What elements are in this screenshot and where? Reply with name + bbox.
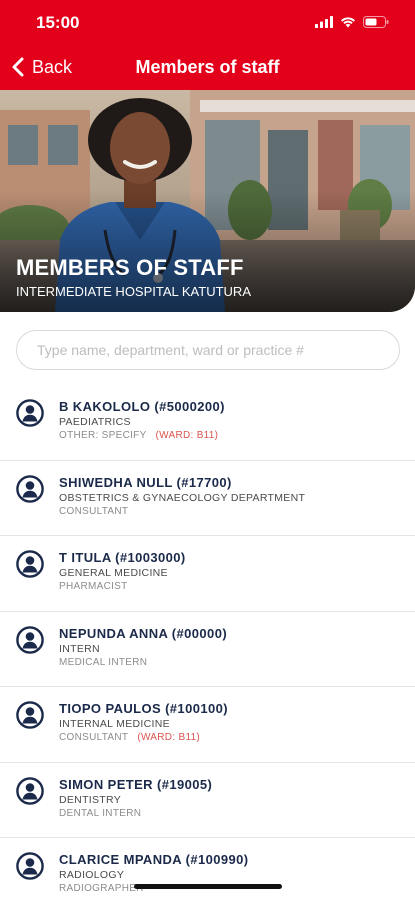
app-header: 15:00 Back Members of staff [0, 0, 415, 90]
wifi-icon [341, 17, 355, 28]
signal-icon [315, 16, 333, 28]
person-circle-icon [16, 701, 44, 729]
staff-role: OTHER: SPECIFY [59, 430, 147, 441]
staff-details: B KAKOLOLO (#5000200) PAEDIATRICS OTHER:… [59, 399, 405, 442]
staff-role-line: PHARMACIST [59, 580, 405, 593]
staff-name: SHIWEDHA NULL (#17700) [59, 474, 232, 490]
search-box [16, 330, 400, 370]
staff-role: CONSULTANT [59, 505, 129, 517]
staff-name: B KAKOLOLO (#5000200) [59, 399, 225, 414]
staff-role: CONSULTANT [59, 732, 129, 743]
staff-name: CLARICE MPANDA (#100990) [59, 852, 249, 867]
list-item[interactable]: NEPUNDA ANNA (#00000) INTERN MEDICAL INT… [0, 612, 415, 687]
hero-banner: MEMBERS OF STAFF INTERMEDIATE HOSPITAL K… [0, 90, 415, 312]
staff-name: SIMON PETER (#19005) [59, 776, 213, 792]
list-item[interactable]: TIOPO PAULOS (#100100) INTERNAL MEDICINE… [0, 687, 415, 763]
person-circle-icon [16, 474, 44, 503]
list-item[interactable]: SIMON PETER (#19005) DENTISTRY DENTAL IN… [0, 763, 415, 838]
status-icons [315, 15, 389, 29]
staff-details: SHIWEDHA NULL (#17700) OBSTETRICS & GYNA… [59, 475, 405, 518]
hero-title: MEMBERS OF STAFF [16, 255, 244, 280]
staff-department: INTERN [59, 642, 100, 655]
staff-role-line: MEDICAL INTERN [59, 656, 405, 669]
status-time: 15:00 [36, 13, 80, 32]
staff-ward: (WARD: B11) [155, 430, 219, 441]
person-circle-icon [16, 625, 44, 654]
hero-subtitle: INTERMEDIATE HOSPITAL KATUTURA [16, 284, 251, 299]
staff-role-line: CONSULTANT (WARD: B11) [59, 731, 405, 744]
staff-name: TIOPO PAULOS (#100100) [59, 701, 228, 716]
person-circle-icon [16, 852, 44, 880]
staff-role-line: CONSULTANT [59, 505, 405, 518]
person-circle-icon [16, 399, 44, 427]
staff-role: PHARMACIST [59, 581, 128, 592]
list-item[interactable]: B KAKOLOLO (#5000200) PAEDIATRICS OTHER:… [0, 385, 415, 461]
staff-department: PAEDIATRICS [59, 416, 131, 428]
home-indicator[interactable] [134, 884, 282, 889]
staff-list: B KAKOLOLO (#5000200) PAEDIATRICS OTHER:… [0, 385, 415, 900]
navigation-bar: Back Members of staff [0, 44, 415, 90]
staff-ward: (WARD: B11) [137, 732, 201, 743]
staff-department: OBSTETRICS & GYNAECOLOGY DEPARTMENT [59, 491, 306, 504]
person-circle-icon [16, 776, 44, 805]
list-item[interactable]: SHIWEDHA NULL (#17700) OBSTETRICS & GYNA… [0, 461, 415, 536]
staff-name: NEPUNDA ANNA (#00000) [59, 625, 228, 641]
battery-icon [363, 16, 389, 28]
search-input[interactable] [17, 331, 399, 369]
staff-role-line: OTHER: SPECIFY (WARD: B11) [59, 429, 405, 442]
staff-details: NEPUNDA ANNA (#00000) INTERN MEDICAL INT… [59, 626, 405, 669]
staff-department: DENTISTRY [59, 793, 122, 806]
staff-role: DENTAL INTERN [59, 807, 142, 819]
staff-role-line: DENTAL INTERN [59, 807, 405, 820]
list-item[interactable]: T ITULA (#1003000) GENERAL MEDICINE PHAR… [0, 536, 415, 612]
staff-details: T ITULA (#1003000) GENERAL MEDICINE PHAR… [59, 550, 405, 593]
staff-details: TIOPO PAULOS (#100100) INTERNAL MEDICINE… [59, 701, 405, 744]
staff-role: MEDICAL INTERN [59, 656, 148, 668]
staff-details: SIMON PETER (#19005) DENTISTRY DENTAL IN… [59, 777, 405, 820]
list-item[interactable]: CLARICE MPANDA (#100990) RADIOLOGY RADIO… [0, 838, 415, 900]
page-title: Members of staff [135, 57, 280, 77]
staff-department: GENERAL MEDICINE [59, 567, 168, 579]
staff-department: INTERNAL MEDICINE [59, 718, 170, 730]
staff-department: RADIOLOGY [59, 869, 125, 881]
staff-role: RADIOGRAPHER [59, 883, 144, 894]
status-bar: 15:00 [0, 0, 415, 44]
person-circle-icon [16, 550, 44, 578]
staff-name: T ITULA (#1003000) [59, 550, 186, 565]
